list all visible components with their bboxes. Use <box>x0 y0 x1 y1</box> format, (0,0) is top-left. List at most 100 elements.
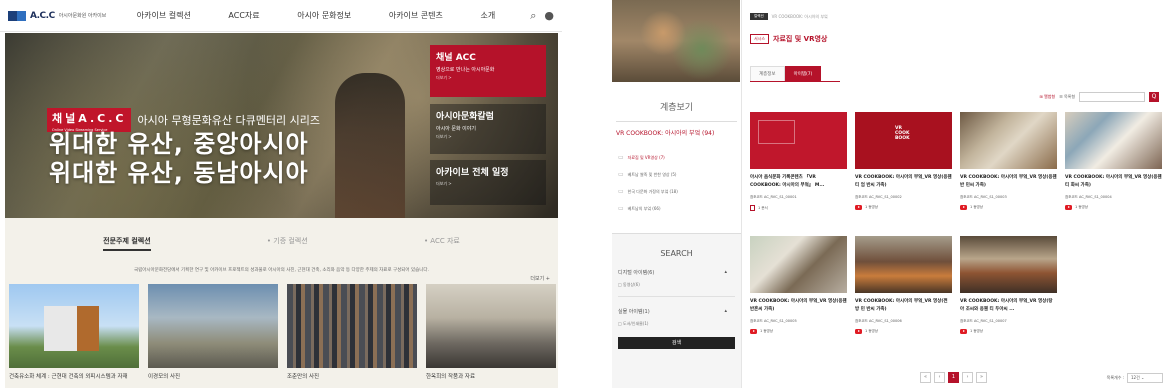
item-title[interactable]: VR COOKBOOK: 아시아의 부엌_VR 영상(탕 아 조씨와 응웬 티 … <box>960 298 1057 314</box>
nav-item-about[interactable]: 소개 <box>480 10 495 21</box>
next-page-button[interactable]: › <box>962 372 973 383</box>
hierarchy-sidebar: 계층보기 VR COOKBOOK: 아시아의 부엌 (94) ▭ 자료집 및 V… <box>612 0 742 388</box>
item-title[interactable]: VR COOKBOOK: 아시아의 부엌_VR 영상(응웬 티 화씨 가족) <box>1065 174 1162 190</box>
page-title: 서시스 자료집 및 VR영상 <box>750 34 1163 44</box>
caret-up-icon: ▴ <box>724 269 727 275</box>
item-ref-code: 참조코드 AC_RVC_S1_00004 <box>1065 195 1112 199</box>
nav-item-archive-contents[interactable]: 아카이브 콘텐츠 <box>389 10 443 21</box>
tree-item[interactable]: ▭ 베트남의 부엌 (66) <box>618 200 741 217</box>
side-box-channel-acc[interactable]: 채널 ACC 영상으로 만나는 아시아문화 더보기 > <box>430 45 546 97</box>
collection-card-image <box>9 284 139 368</box>
facet-digital[interactable]: 디지털 아이템(6) ▴ <box>612 269 741 276</box>
item-thumbnail <box>750 236 847 293</box>
item-card[interactable]: VR COOKBOOK: 아시아의 부엌_VR 영상(응웬 반 민씨 가족) 참… <box>960 112 1057 230</box>
item-search-input[interactable] <box>1079 92 1145 102</box>
collection-more-link[interactable]: 더보기 + <box>530 275 550 282</box>
facet-checkbox-video[interactable]: □ 동영상(6) <box>612 282 741 288</box>
collection-tabs: 전문주제 컬렉션 • 기증 컬렉션 • ACC 자료 <box>5 236 558 251</box>
per-page-control: 목록개수 : 12건 ⌄ <box>1107 373 1163 383</box>
item-card[interactable]: VR COOKBOOK: 아시아의 부엌_VR 영상(응웬 티 화씨 가족) 참… <box>1065 112 1162 230</box>
archive-home-page: A.C.C 아시아문화원 아카이브 아카이브 컬렉션 ACC자료 아시아 문화정… <box>0 0 562 388</box>
item-card[interactable]: VR COOKBOOK: 아시아의 부엌_VR 영상(탕 아 조씨와 응웬 티 … <box>960 236 1057 354</box>
breadcrumb-current[interactable]: VR COOKBOOK: 아시아의 부엌 <box>772 14 828 20</box>
page-1-button[interactable]: 1 <box>948 372 959 383</box>
collection-card[interactable]: 한옥희의 작품과 자료 <box>426 284 556 382</box>
tree-item[interactable]: ▭ 한국 다문화 가정의 부엌 (18) <box>618 183 741 200</box>
item-title[interactable]: VR COOKBOOK: 아시아의 부엌_VR 영상(응웬 티 엄 반씨 가족) <box>855 174 952 190</box>
item-title[interactable]: VR COOKBOOK: 아시아의 부엌_VR 영상(응웬 반 민씨 가족) <box>960 174 1057 190</box>
side-box-archive-schedule[interactable]: 아카이브 전체 일정 더보기 > <box>430 160 546 205</box>
logo-mark-icon <box>8 10 26 21</box>
collection-section: 전문주제 컬렉션 • 기증 컬렉션 • ACC 자료 국립아시아문화전당에서 기… <box>5 218 558 388</box>
tree-item[interactable]: ▭ 베트남 쌀죽 및 반찬 영상 (5) <box>618 166 741 183</box>
collection-card-caption: 건축유소화 체계 : 근현대 건축의 외피시스템과 자재 <box>9 374 128 380</box>
video-icon <box>750 329 757 334</box>
video-icon <box>1065 205 1072 210</box>
item-thumbnail <box>960 236 1057 293</box>
tab-acc-materials[interactable]: • ACC 자료 <box>424 236 460 251</box>
hierarchy-root[interactable]: VR COOKBOOK: 아시아의 부엌 (94) <box>616 128 737 137</box>
tab-hierarchy-info[interactable]: 계층정보 <box>750 66 785 81</box>
breadcrumb: 컬렉션 VR COOKBOOK: 아시아의 부엌 <box>750 13 1163 20</box>
list-view-toggle[interactable]: ☰ 목록형 <box>1059 94 1075 100</box>
item-type: 1 문서 <box>750 205 847 211</box>
item-card[interactable]: VR COOKBOOK: 아시아의 부엌_VR 영상(쩐 방 민 반씨 가족) … <box>855 236 952 354</box>
pagination: « ‹ 1 › » <box>920 372 987 383</box>
item-card[interactable]: 아시아 음식문화 기록콘텐츠 『VR COOKBOOK: 아시아의 부엌』 M.… <box>750 112 847 230</box>
user-icon[interactable]: ● <box>544 9 554 23</box>
item-title[interactable]: 아시아 음식문화 기록콘텐츠 『VR COOKBOOK: 아시아의 부엌』 M.… <box>750 174 847 190</box>
channel-badge: 채널A.C.C Online Video Streaming Service 아… <box>47 108 320 132</box>
nav-item-acc-materials[interactable]: ACC자료 <box>228 10 259 21</box>
item-title[interactable]: VR COOKBOOK: 아시아의 부엌_VR 영상(응웬 반흔씨 가족) <box>750 298 847 314</box>
collection-card[interactable]: 조춘만의 사진 <box>287 284 417 382</box>
item-card[interactable]: VR COOKBOOK: 아시아의 부엌_VR 영상(응웬 반흔씨 가족) 참조… <box>750 236 847 354</box>
collection-thumbnails: 건축유소화 체계 : 근현대 건축의 외피시스템과 자재 이경모의 사진 조춘만… <box>9 284 556 382</box>
search-icon[interactable]: ⌕ <box>530 9 536 23</box>
document-icon <box>750 205 755 211</box>
tab-donation-collection[interactable]: • 기증 컬렉션 <box>267 236 308 251</box>
per-page-select[interactable]: 12건 ⌄ <box>1127 373 1163 383</box>
first-page-button[interactable]: « <box>920 372 931 383</box>
logo-text: A.C.C <box>30 10 55 21</box>
item-card[interactable]: VR COOKBOOK: 아시아의 부엌_VR 영상(응웬 티 엄 반씨 가족)… <box>855 112 952 230</box>
item-ref-code: 참조코드 AC_RVC_S1_00007 <box>960 319 1007 323</box>
facet-physical[interactable]: 실물 아이템(1) ▴ <box>612 308 741 315</box>
tab-special-collection[interactable]: 전문주제 컬렉션 <box>103 236 151 251</box>
item-ref-code: 참조코드 AC_RVC_S1_00001 <box>750 195 797 199</box>
prev-page-button[interactable]: ‹ <box>934 372 945 383</box>
detail-tabs: 계층정보 아이템(7) <box>750 66 840 82</box>
collection-detail-page: 계층보기 VR COOKBOOK: 아시아의 부엌 (94) ▭ 자료집 및 V… <box>612 0 1163 388</box>
hero-person-image <box>335 73 405 218</box>
item-search-button[interactable]: Q <box>1149 92 1159 102</box>
collection-card-image <box>287 284 417 368</box>
item-type: 1 동영상 <box>960 329 1057 334</box>
video-icon <box>960 329 967 334</box>
album-view-toggle[interactable]: ⊞ 앨범형 <box>1039 94 1055 100</box>
breadcrumb-home[interactable]: 컬렉션 <box>750 13 768 20</box>
collection-card[interactable]: 건축유소화 체계 : 근현대 건축의 외피시스템과 자재 <box>9 284 139 382</box>
facet-checkbox-print[interactable]: □ 도서/인쇄물(1) <box>612 321 741 327</box>
folder-icon: ▭ <box>618 154 624 161</box>
item-thumbnail <box>855 112 952 169</box>
item-ref-code: 참조코드 AC_RVC_S1_00002 <box>855 195 902 199</box>
caret-up-icon: ▴ <box>724 308 727 314</box>
collection-description: 국립아시아문화전당에서 기획한 연구 및 아카이브 프로젝트의 성과물로 아시아… <box>134 268 429 273</box>
video-icon <box>960 205 967 210</box>
page-title-text: 자료집 및 VR영상 <box>773 35 828 43</box>
hero-title: 위대한 유산, 중앙아시아 위대한 유산, 동남아시아 <box>49 130 309 187</box>
tree-item[interactable]: ▭ 자료집 및 VR영상 (7) <box>618 149 741 166</box>
nav-item-asia-culture-info[interactable]: 아시아 문화정보 <box>297 10 351 21</box>
side-box-culture-column[interactable]: 아시아문화칼럼 아시아 문화 이야기 더보기 > <box>430 104 546 154</box>
item-title[interactable]: VR COOKBOOK: 아시아의 부엌_VR 영상(쩐 방 민 반씨 가족) <box>855 298 952 314</box>
last-page-button[interactable]: » <box>976 372 987 383</box>
search-button[interactable]: 검색 <box>618 337 735 349</box>
collection-card[interactable]: 이경모의 사진 <box>148 284 278 382</box>
site-logo[interactable]: A.C.C 아시아문화원 아카이브 <box>8 10 118 21</box>
collection-cover-image <box>612 0 740 82</box>
level-tag: 서시스 <box>750 34 770 44</box>
tab-items[interactable]: 아이템(7) <box>784 66 822 81</box>
item-grid: 아시아 음식문화 기록콘텐츠 『VR COOKBOOK: 아시아의 부엌』 M.… <box>750 112 1162 354</box>
nav-item-collection[interactable]: 아카이브 컬렉션 <box>137 10 191 21</box>
channel-badge-title: 채널A.C.C <box>47 108 132 128</box>
logo-subtitle: 아시아문화원 아카이브 <box>58 13 107 19</box>
